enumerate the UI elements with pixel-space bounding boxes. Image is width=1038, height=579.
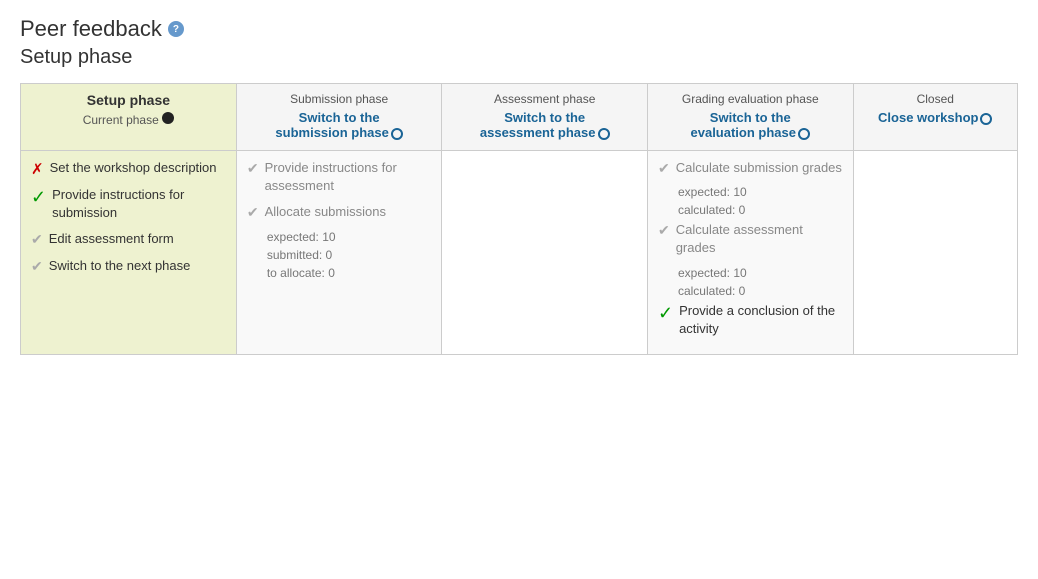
close-workshop-text: Close workshop [878, 110, 978, 125]
submission-calculated: calculated: 0 [678, 203, 843, 217]
submission-phase-link[interactable]: Switch to the submission phase [247, 110, 432, 140]
assessment-calculated: calculated: 0 [678, 284, 843, 298]
help-icon[interactable]: ? [168, 21, 184, 37]
half-icon-2: ✔ [31, 258, 43, 275]
cross-icon-1: ✗ [31, 160, 44, 178]
submission-link-circle [391, 128, 403, 140]
task-switch-next-phase: ✔ Switch to the next phase [31, 257, 226, 275]
half-icon-3: ✔ [247, 160, 259, 177]
task-set-description-text: Set the workshop description [50, 159, 217, 177]
half-icon-6: ✔ [658, 222, 670, 239]
task-calc-assessment-text: Calculate assessment grades [676, 221, 843, 257]
half-icon-5: ✔ [658, 160, 670, 177]
submission-link-line1: Switch to the [299, 110, 380, 125]
task-provide-instructions-submission: ✓ Provide instructions for submission [31, 186, 226, 222]
grading-link-circle [798, 128, 810, 140]
grading-phase-link[interactable]: Switch to the evaluation phase [658, 110, 843, 140]
task-calc-assessment-grades: ✔ Calculate assessment grades [658, 221, 843, 257]
current-phase-text: Current phase [83, 113, 159, 127]
assessment-phase-header: Assessment phase Switch to the assessmen… [442, 84, 648, 151]
close-workshop-link[interactable]: Close workshop [864, 110, 1007, 125]
submission-phase-body: ✔ Provide instructions for assessment ✔ … [236, 151, 442, 355]
task-provide-instructions-assessment: ✔ Provide instructions for assessment [247, 159, 432, 195]
assessment-phase-name: Assessment phase [452, 92, 637, 106]
assessment-phase-body [442, 151, 648, 355]
task-calc-submission-grades: ✔ Calculate submission grades [658, 159, 843, 177]
assessment-phase-link[interactable]: Switch to the assessment phase [452, 110, 637, 140]
task-switch-next-text: Switch to the next phase [49, 257, 191, 275]
half-icon-1: ✔ [31, 231, 43, 248]
assessment-expected: expected: 10 [678, 266, 843, 280]
task-allocate-text: Allocate submissions [265, 203, 386, 221]
grading-phase-body: ✔ Calculate submission grades expected: … [647, 151, 853, 355]
task-edit-assessment-form: ✔ Edit assessment form [31, 230, 226, 248]
task-provide-conclusion: ✓ Provide a conclusion of the activity [658, 302, 843, 338]
current-phase-dot [162, 112, 174, 124]
submission-link-line2: submission phase [275, 125, 388, 140]
setup-header-title: Setup phase [31, 92, 226, 108]
assessment-link-line2: assessment phase [480, 125, 596, 140]
allocate-expected: expected: 10 [267, 230, 432, 244]
task-conclusion-text: Provide a conclusion of the activity [679, 302, 842, 338]
task-calc-submission-text: Calculate submission grades [676, 159, 842, 177]
half-icon-4: ✔ [247, 204, 259, 221]
close-link-circle [980, 113, 992, 125]
closed-phase-header: Closed Close workshop [853, 84, 1017, 151]
closed-phase-name: Closed [864, 92, 1007, 106]
submission-phase-name: Submission phase [247, 92, 432, 106]
assessment-link-line1: Switch to the [504, 110, 585, 125]
submission-expected: expected: 10 [678, 185, 843, 199]
grading-link-line2: evaluation phase [691, 125, 796, 140]
grading-link-line1: Switch to the [710, 110, 791, 125]
task-provide-instructions-text: Provide instructions for submission [52, 186, 226, 222]
check-icon-2: ✓ [658, 303, 673, 324]
task-allocate-submissions: ✔ Allocate submissions [247, 203, 432, 221]
task-instructions-assessment-text: Provide instructions for assessment [265, 159, 432, 195]
title-text: Peer feedback [20, 16, 162, 42]
setup-phase-body: ✗ Set the workshop description ✓ Provide… [21, 151, 237, 355]
task-set-description: ✗ Set the workshop description [31, 159, 226, 178]
task-edit-assessment-text: Edit assessment form [49, 230, 174, 248]
assessment-link-circle [598, 128, 610, 140]
check-icon-1: ✓ [31, 187, 46, 208]
phase-table: Setup phase Current phase Submission pha… [20, 83, 1018, 355]
submission-phase-header: Submission phase Switch to the submissio… [236, 84, 442, 151]
sub-title: Setup phase [20, 46, 1018, 69]
grading-phase-header: Grading evaluation phase Switch to the e… [647, 84, 853, 151]
setup-phase-header: Setup phase Current phase [21, 84, 237, 151]
allocate-submitted: submitted: 0 [267, 248, 432, 262]
page-title: Peer feedback ? [20, 16, 1018, 42]
current-phase-label: Current phase [83, 113, 174, 127]
closed-phase-body [853, 151, 1017, 355]
grading-phase-name: Grading evaluation phase [658, 92, 843, 106]
allocate-to-allocate: to allocate: 0 [267, 266, 432, 280]
